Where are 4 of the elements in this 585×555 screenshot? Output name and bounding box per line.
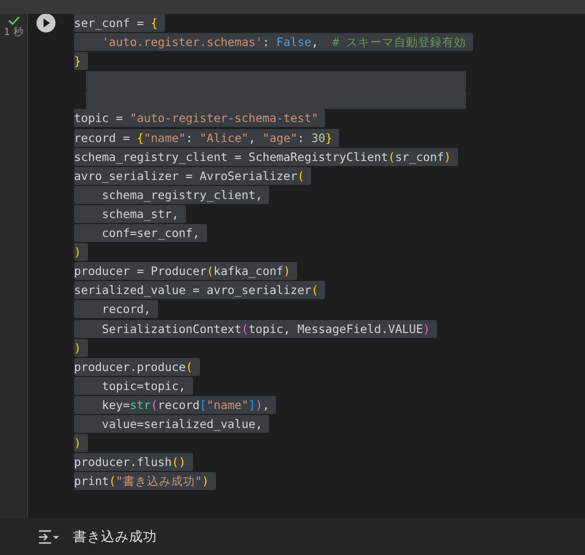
run-button[interactable]: [36, 14, 56, 33]
output-text: 書き込み成功: [73, 528, 157, 546]
execution-time: 1 秒: [4, 26, 24, 39]
output-icon[interactable]: [38, 528, 60, 544]
